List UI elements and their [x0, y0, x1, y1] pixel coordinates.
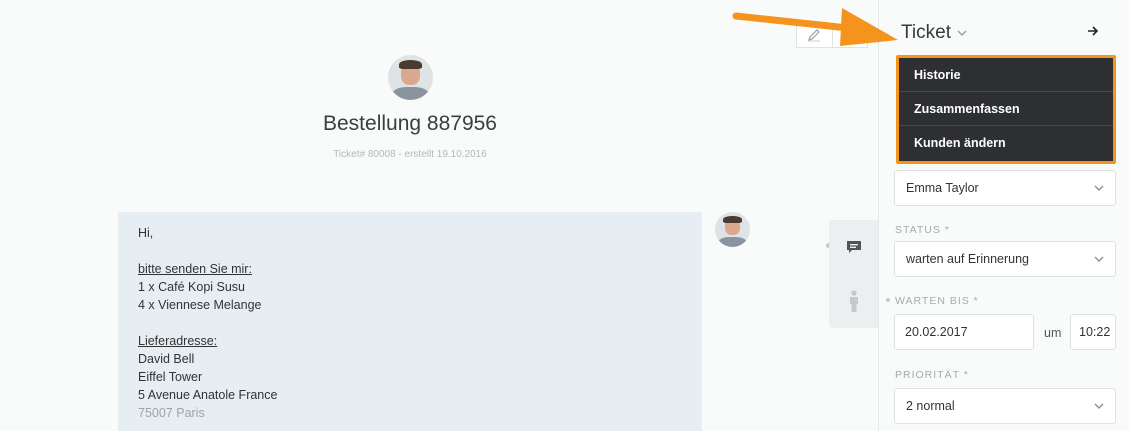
article-line: Eiffel Tower [138, 370, 203, 384]
person-icon [849, 290, 858, 312]
ticket-sidebar: Ticket Historie Zusammenfassen Kunden än… [878, 0, 1129, 431]
status-select-value: warten auf Erinnerung [906, 252, 1029, 266]
article-line: Hi, [138, 226, 154, 240]
ticket-meta: Ticket# 80008 - erstellt 19.10.2016 [333, 149, 487, 160]
arrow-right-icon [1088, 26, 1099, 36]
menu-item-merge[interactable]: Zusammenfassen [899, 92, 1113, 126]
tab-customer[interactable] [829, 274, 878, 328]
article-body: Hi, bitte senden Sie mir: 1 x Café Kopi … [118, 212, 702, 431]
pending-date-input[interactable]: 20.02.2017 [894, 314, 1034, 350]
customer-avatar[interactable] [388, 55, 433, 100]
menu-item-change-customer[interactable]: Kunden ändern [899, 126, 1113, 160]
priority-select[interactable]: 2 normal [894, 388, 1116, 424]
article-line: 1 x Café Kopi Susu [138, 280, 246, 294]
chevron-down-icon [1094, 256, 1104, 262]
ticket-title[interactable]: Bestellung 887956 [220, 112, 600, 136]
callout-arrow [732, 8, 898, 46]
close-sidebar-button[interactable] [1087, 24, 1099, 41]
status-label: STATUS * [895, 224, 950, 236]
pending-date-value: 20.02.2017 [905, 325, 968, 339]
customer-select[interactable]: Emma Taylor [894, 170, 1116, 206]
ticket-zoom-main: Bestellung 887956 Ticket# 80008 - erstel… [0, 0, 878, 431]
priority-label: PRIORITÄT * [895, 369, 969, 381]
ticket-actions-menu: Historie Zusammenfassen Kunden ändern [896, 55, 1116, 164]
article-line: David Bell [138, 352, 195, 366]
menu-item-history[interactable]: Historie [899, 58, 1113, 92]
article-line: bitte senden Sie mir: [138, 262, 252, 276]
sidebar-header[interactable]: Ticket [901, 22, 967, 44]
article-line: 5 Avenue Anatole France [138, 388, 278, 402]
pending-time-input[interactable]: 10:22 [1070, 314, 1116, 350]
article-sender-avatar[interactable] [715, 212, 750, 247]
customer-select-value: Emma Taylor [906, 181, 979, 195]
article-line: 4 x Viennese Melange [138, 298, 262, 312]
chat-bubble-icon [846, 241, 861, 253]
status-select[interactable]: warten auf Erinnerung [894, 241, 1116, 277]
chevron-down-icon [957, 30, 967, 36]
field-changed-dot [886, 298, 890, 302]
sidebar-title: Ticket [901, 22, 951, 43]
chevron-down-icon [1094, 403, 1104, 409]
tab-ticket[interactable] [829, 220, 878, 274]
pending-time-value: 10:22 [1079, 325, 1111, 339]
chevron-down-icon [1094, 185, 1104, 191]
pending-time-label: WARTEN BIS * [895, 295, 979, 307]
article-line: 75007 Paris [138, 406, 205, 420]
pending-at-label: um [1044, 326, 1062, 340]
priority-select-value: 2 normal [906, 399, 955, 413]
article-line: Lieferadresse: [138, 334, 218, 348]
sidebar-tabs [829, 220, 878, 328]
